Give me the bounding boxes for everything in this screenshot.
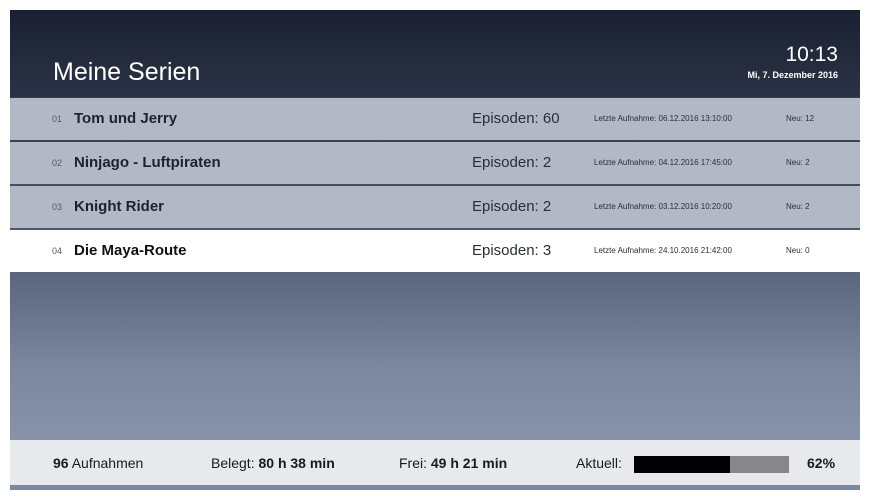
series-episodes: Episoden: 60 [472, 110, 560, 127]
series-number: 04 [52, 246, 63, 256]
status-footer: 96 Aufnahmen Belegt: 80 h 38 min Frei: 4… [10, 440, 860, 485]
series-new-count: Neu: 0 [786, 246, 810, 255]
header: Meine Serien 10:13 Mi, 7. Dezember 2016 [10, 10, 860, 97]
series-row-selected[interactable]: 04 Die Maya-Route Episoden: 3 Letzte Auf… [10, 230, 860, 272]
bottom-strip [10, 485, 860, 490]
series-name: Die Maya-Route [74, 242, 187, 259]
free-value: 49 h 21 min [430, 455, 508, 471]
clock: 10:13 [785, 43, 838, 66]
tv-screen: Meine Serien 10:13 Mi, 7. Dezember 2016 … [10, 10, 860, 490]
used-value: 80 h 38 min [258, 455, 335, 471]
series-number: 02 [52, 158, 63, 168]
series-new-count: Neu: 2 [786, 158, 810, 167]
storage-progress-bar [634, 456, 789, 473]
storage-free: Frei: 49 h 21 min [399, 455, 507, 471]
series-last-recording: Letzte Aufnahme: 06.12.2016 13:10:00 [594, 114, 732, 123]
series-new-count: Neu: 2 [786, 202, 810, 211]
series-name: Ninjago - Luftpiraten [74, 154, 221, 171]
series-last-recording: Letzte Aufnahme: 24.10.2016 21:42:00 [594, 246, 732, 255]
storage-used: Belegt: 80 h 38 min [211, 455, 335, 471]
series-number: 01 [52, 114, 63, 124]
series-last-recording: Letzte Aufnahme: 04.12.2016 17:45:00 [594, 158, 732, 167]
date: Mi, 7. Dezember 2016 [747, 70, 838, 80]
series-episodes: Episoden: 3 [472, 242, 552, 259]
series-number: 03 [52, 202, 63, 212]
series-episodes: Episoden: 2 [472, 154, 552, 171]
used-label: Belegt: [211, 455, 255, 471]
series-row[interactable]: 01 Tom und Jerry Episoden: 60 Letzte Auf… [10, 98, 860, 140]
series-name: Tom und Jerry [74, 110, 178, 127]
series-episodes: Episoden: 2 [472, 198, 552, 215]
series-last-recording: Letzte Aufnahme: 03.12.2016 10:20:00 [594, 202, 732, 211]
recordings-total: 96 Aufnahmen [53, 455, 143, 471]
free-label: Frei: [399, 455, 427, 471]
series-row[interactable]: 02 Ninjago - Luftpiraten Episoden: 2 Let… [10, 142, 860, 184]
series-new-count: Neu: 12 [786, 114, 815, 123]
series-row[interactable]: 03 Knight Rider Episoden: 2 Letzte Aufna… [10, 186, 860, 228]
current-label: Aktuell: [576, 455, 622, 471]
recordings-label: Aufnahmen [71, 455, 144, 471]
page-title: Meine Serien [53, 58, 201, 86]
current-percent: 62% [807, 455, 835, 471]
recordings-count: 96 [53, 455, 69, 471]
series-name: Knight Rider [74, 198, 164, 215]
storage-progress-fill [634, 456, 731, 473]
series-list: 01 Tom und Jerry Episoden: 60 Letzte Auf… [10, 98, 860, 274]
current-percent-value: 62% [807, 455, 836, 471]
